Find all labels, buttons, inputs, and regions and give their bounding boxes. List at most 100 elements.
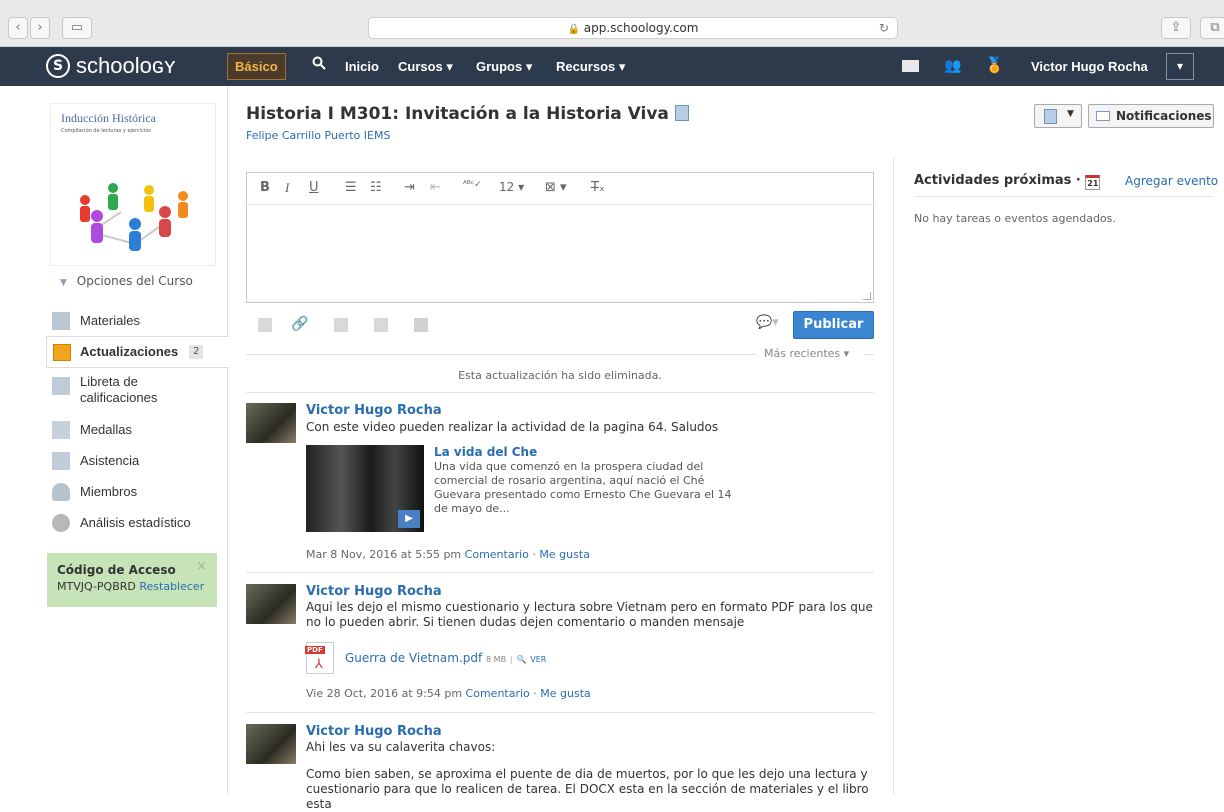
post-text-body: Como bien saben, se aproxima el puente d… <box>306 767 869 811</box>
like-link[interactable]: Me gusta <box>540 687 591 700</box>
file-size: 8 MB <box>486 655 507 664</box>
badge-icon[interactable]: 🏅 <box>985 56 1004 74</box>
sort-dropdown[interactable]: Más recientes ▾ <box>764 347 849 360</box>
link-icon[interactable]: 🔗 <box>291 316 308 332</box>
clipboard-icon[interactable] <box>414 318 428 332</box>
clear-format-icon[interactable]: T̶ₓ <box>591 180 605 195</box>
spellcheck-icon[interactable]: ᴬᴮᶜ✓ <box>463 180 482 190</box>
numbered-list-icon[interactable]: ☷ <box>370 180 382 195</box>
comment-link[interactable]: Comentario <box>466 687 530 700</box>
attach-file-icon[interactable] <box>258 318 272 332</box>
post-author[interactable]: Victor Hugo Rocha <box>306 584 442 599</box>
comment-settings-icon[interactable]: 💬▾ <box>756 315 779 330</box>
nav-resources[interactable]: Recursos ▾ <box>556 47 625 86</box>
sidebar-item-members[interactable]: Miembros <box>46 477 228 507</box>
schoology-logo-text[interactable]: schoolᴏɢʏ <box>76 51 176 81</box>
course-options-toggle[interactable]: ▼ Opciones del Curso <box>60 274 193 288</box>
content-divider <box>893 158 894 794</box>
bulleted-list-icon[interactable]: ☰ <box>345 180 357 195</box>
close-icon[interactable]: × <box>196 559 207 574</box>
publish-button[interactable]: Publicar <box>793 311 874 339</box>
document-icon[interactable] <box>374 318 388 332</box>
add-event-link[interactable]: Agregar evento <box>1125 174 1218 188</box>
resource-icon[interactable] <box>334 318 348 332</box>
course-cover-image[interactable]: Inducción Histórica Compilación de lectu… <box>50 103 216 266</box>
sidebar-item-analytics[interactable]: Análisis estadístico <box>46 508 228 538</box>
calendar-icon[interactable]: 21 <box>1085 175 1101 190</box>
upcoming-title-text: Actividades próximas · <box>914 173 1081 188</box>
sidebar-item-badges[interactable]: Medallas <box>46 415 228 445</box>
notebook-icon <box>674 105 689 121</box>
tabs-button[interactable]: ⧉ <box>1200 17 1224 39</box>
course-menu-button[interactable]: ▼ <box>1034 104 1082 128</box>
people-icon[interactable]: 👥 <box>944 58 961 74</box>
search-icon[interactable] <box>312 47 326 86</box>
italic-button[interactable]: I <box>285 180 289 196</box>
nav-groups[interactable]: Grupos ▾ <box>476 47 532 86</box>
envelope-icon <box>1096 111 1110 121</box>
user-name[interactable]: Victor Hugo Rocha <box>1031 47 1148 86</box>
user-menu-button[interactable]: ▾ <box>1166 53 1194 80</box>
post-text-area[interactable] <box>247 205 873 302</box>
caret-down-icon: ▼ <box>60 278 67 288</box>
school-link[interactable]: Felipe Carrillo Puerto IEMS <box>246 129 390 142</box>
avatar[interactable] <box>246 403 296 443</box>
nav-home[interactable]: Inicio <box>345 47 379 86</box>
video-title-link[interactable]: La vida del Che <box>434 445 537 459</box>
pdf-file-link[interactable]: Guerra de Vietnam.pdf <box>345 651 482 665</box>
notifications-button[interactable]: Notificaciones <box>1088 104 1214 128</box>
resize-handle-icon[interactable] <box>863 292 871 300</box>
font-size-select[interactable]: 12 ▾ <box>499 180 524 194</box>
upcoming-empty-text: No hay tareas o eventos agendados. <box>914 212 1116 225</box>
like-link[interactable]: Me gusta <box>539 548 590 561</box>
sidebar-item-updates[interactable]: Actualizaciones 2 <box>46 336 229 368</box>
underline-button[interactable]: U <box>309 180 319 195</box>
reset-code-link[interactable]: Restablecer <box>139 580 204 593</box>
feed-divider <box>246 572 874 573</box>
sort-divider <box>246 354 756 355</box>
pdf-icon: PDF ⅄ <box>305 642 334 674</box>
attachment-row: Guerra de Vietnam.pdf 8 MB | 🔍 VER <box>345 651 547 665</box>
sidebar-item-label: Análisis estadístico <box>80 515 191 530</box>
insert-content-icon[interactable]: ⊠ ▾ <box>545 180 567 195</box>
sidebar-toggle-button[interactable]: ▭ <box>62 17 92 39</box>
video-thumbnail[interactable]: ▶ <box>306 445 424 532</box>
share-button[interactable]: ⇪ <box>1161 17 1191 39</box>
avatar[interactable] <box>246 584 296 624</box>
play-icon[interactable]: ▶ <box>398 510 420 528</box>
avatar[interactable] <box>246 724 296 764</box>
sidebar-item-label: Materiales <box>80 313 140 328</box>
sidebar-item-materials[interactable]: Materiales <box>46 306 228 336</box>
post-meta: Mar 8 Nov, 2016 at 5:55 pm Comentario · … <box>306 548 590 561</box>
post-author[interactable]: Victor Hugo Rocha <box>306 403 442 418</box>
post-author[interactable]: Victor Hugo Rocha <box>306 724 442 739</box>
basic-button[interactable]: Básico <box>227 53 286 80</box>
bold-button[interactable]: B <box>260 180 270 195</box>
mail-icon[interactable] <box>902 60 919 72</box>
sort-divider-right <box>864 354 874 355</box>
back-button[interactable]: ‹ <box>8 17 28 39</box>
comment-link[interactable]: Comentario <box>465 548 529 561</box>
font-size-value: 12 <box>499 180 515 194</box>
updates-icon <box>53 344 71 361</box>
access-code-title: Código de Acceso <box>57 563 176 577</box>
post-text: Ahi les va su calaverita chavos: <box>306 740 496 754</box>
outdent-icon[interactable]: ⇤ <box>430 180 441 195</box>
upcoming-title: Actividades próximas · 21 <box>914 173 1101 190</box>
forward-button[interactable]: › <box>30 17 50 39</box>
schoology-logo-icon[interactable]: S <box>46 54 70 78</box>
course-sidebar: Inducción Histórica Compilación de lectu… <box>0 86 229 794</box>
view-file-link[interactable]: VER <box>530 655 546 664</box>
feed-divider <box>246 392 874 393</box>
post-meta: Vie 28 Oct, 2016 at 9:54 pm Comentario ·… <box>306 687 591 700</box>
indent-icon[interactable]: ⇥ <box>404 180 415 195</box>
notifications-label: Notificaciones <box>1116 109 1212 123</box>
url-bar[interactable]: 🔒 app.schoology.com ↻ <box>368 17 898 39</box>
reload-icon[interactable]: ↻ <box>879 18 889 38</box>
post-text: Con este video pueden realizar la activi… <box>306 420 719 434</box>
sidebar-item-gradebook[interactable]: Libreta de calificaciones <box>46 372 228 405</box>
sidebar-item-attendance[interactable]: Asistencia <box>46 446 228 476</box>
sidebar-item-label: Asistencia <box>80 453 140 468</box>
deleted-notice: Esta actualización ha sido eliminada. <box>458 369 662 382</box>
nav-courses[interactable]: Cursos ▾ <box>398 47 453 86</box>
